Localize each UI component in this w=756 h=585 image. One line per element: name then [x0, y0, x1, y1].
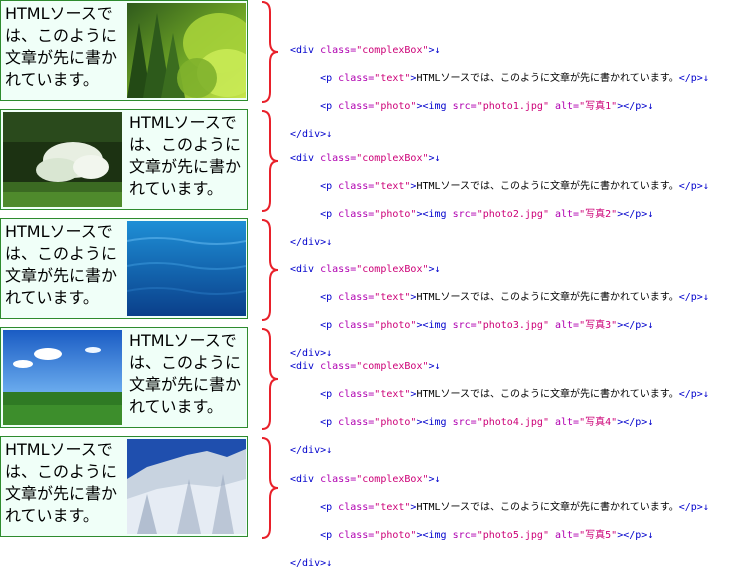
code-line-p-text: <p class="text">HTMLソースでは、このように文章が先に書かれて… [320, 292, 709, 303]
code-line-p-photo: <p class="photo"><img src="photo5.jpg" a… [320, 530, 654, 541]
photo-snowy-forest [127, 439, 246, 534]
code-block-2: <div class="complexBox">↓ <p class="text… [290, 138, 709, 264]
code-line-p-photo: <p class="photo"><img src="photo3.jpg" a… [320, 320, 654, 331]
code-line-p-photo: <p class="photo"><img src="photo2.jpg" a… [320, 209, 654, 220]
photo-blue-water [127, 221, 246, 316]
code-block-5: <div class="complexBox">↓ <p class="text… [290, 459, 709, 585]
brace-5 [261, 437, 279, 539]
code-line-div-open: <div class="complexBox">↓ [290, 361, 441, 372]
complex-box-1: HTMLソースでは、このように文章が先に書かれています。 [0, 0, 248, 101]
box-text: HTMLソースでは、このように文章が先に書かれています。 [5, 4, 118, 89]
complex-box-3: HTMLソースでは、このように文章が先に書かれています。 [0, 218, 248, 319]
code-line-p-text: <p class="text">HTMLソースでは、このように文章が先に書かれて… [320, 73, 709, 84]
brace-4 [261, 328, 279, 430]
code-line-p-photo: <p class="photo"><img src="photo4.jpg" a… [320, 417, 654, 428]
brace-3 [261, 219, 279, 321]
code-line-div-open: <div class="complexBox">↓ [290, 45, 441, 56]
code-line-div-open: <div class="complexBox">↓ [290, 474, 441, 485]
code-line-p-text: <p class="text">HTMLソースでは、このように文章が先に書かれて… [320, 502, 709, 513]
complex-box-5: HTMLソースでは、このように文章が先に書かれています。 [0, 436, 248, 537]
code-line-p-photo: <p class="photo"><img src="photo1.jpg" a… [320, 101, 654, 112]
code-line-p-text: <p class="text">HTMLソースでは、このように文章が先に書かれて… [320, 389, 709, 400]
photo-sky-and-grassland [3, 330, 122, 425]
complex-box-4: HTMLソースでは、このように文章が先に書かれています。 [0, 327, 248, 428]
box-text: HTMLソースでは、このように文章が先に書かれています。 [129, 331, 242, 416]
code-line-div-open: <div class="complexBox">↓ [290, 264, 441, 275]
code-line-div-close: </div>↓ [290, 237, 333, 248]
code-line-div-open: <div class="complexBox">↓ [290, 153, 441, 164]
box-text: HTMLソースでは、このように文章が先に書かれています。 [5, 440, 118, 525]
code-line-div-close: </div>↓ [290, 445, 333, 456]
photo-green-forest [127, 3, 246, 98]
brace-2 [261, 110, 279, 212]
code-line-p-text: <p class="text">HTMLソースでは、このように文章が先に書かれて… [320, 181, 709, 192]
code-line-div-close: </div>↓ [290, 558, 333, 569]
box-text: HTMLソースでは、このように文章が先に書かれています。 [5, 222, 118, 307]
photo-white-flowering-shrub [3, 112, 122, 207]
box-text: HTMLソースでは、このように文章が先に書かれています。 [129, 113, 242, 198]
code-block-4: <div class="complexBox">↓ <p class="text… [290, 346, 709, 472]
brace-1 [261, 1, 279, 103]
complex-box-2: HTMLソースでは、このように文章が先に書かれています。 [0, 109, 248, 210]
